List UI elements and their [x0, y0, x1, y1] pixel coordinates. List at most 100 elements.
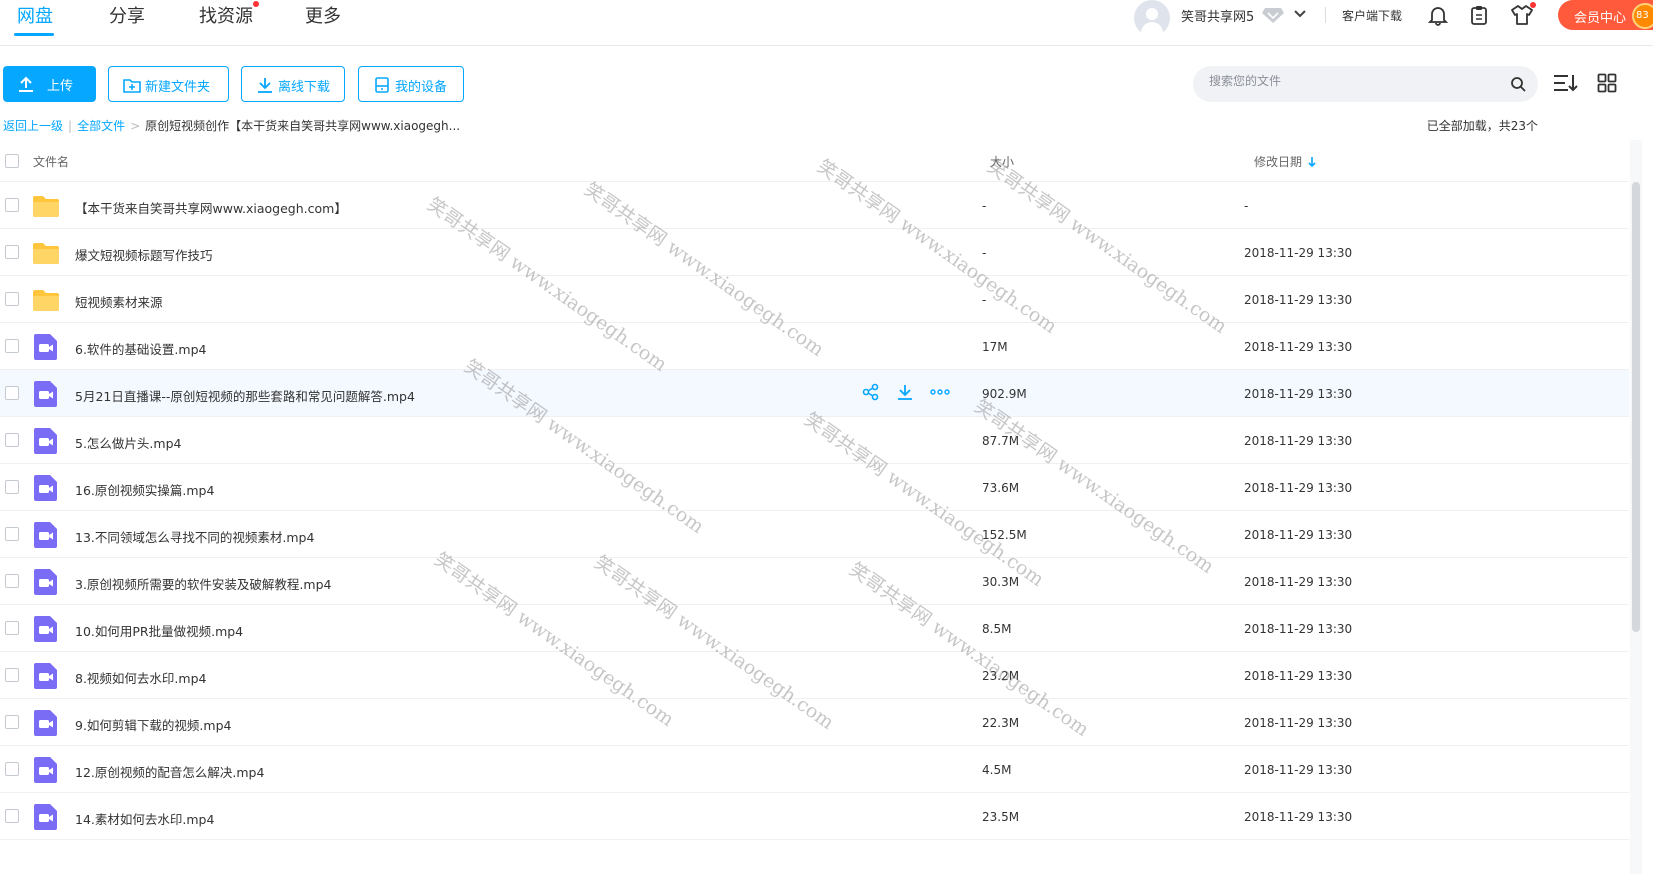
sort-icon[interactable] [1553, 73, 1579, 97]
row-checkbox[interactable] [5, 292, 19, 306]
file-name[interactable]: 【本干货来自笑哥共享网www.xiaogegh.com】 [75, 198, 347, 217]
table-row[interactable]: 短视频素材来源 - 2018-11-29 13:30 [0, 276, 1629, 323]
table-row[interactable]: 爆文短视频标题写作技巧 - 2018-11-29 13:30 [0, 229, 1629, 276]
file-name[interactable]: 爆文短视频标题写作技巧 [75, 245, 213, 264]
download-icon[interactable] [896, 383, 914, 405]
grid-view-icon[interactable] [1597, 73, 1617, 97]
back-link[interactable]: 返回上一级 [3, 119, 63, 133]
current-folder: 原创短视频创作【本干货来自笑哥共享网www.xiaogegh... [145, 119, 461, 133]
search-icon[interactable] [1510, 76, 1526, 96]
video-file-icon [32, 474, 60, 502]
table-row[interactable]: 5.怎么做片头.mp4 87.7M 2018-11-29 13:30 [0, 417, 1629, 464]
chevron-down-icon[interactable] [1293, 7, 1307, 25]
file-name[interactable]: 5.怎么做片头.mp4 [75, 433, 181, 452]
file-date: 2018-11-29 13:30 [1244, 481, 1353, 495]
video-file-icon [32, 803, 60, 831]
search-box [1193, 66, 1538, 102]
video-file-icon [32, 709, 60, 737]
file-name[interactable]: 3.原创视频所需要的软件安装及破解教程.mp4 [75, 574, 331, 593]
row-checkbox[interactable] [5, 198, 19, 212]
file-name[interactable]: 16.原创视频实操篇.mp4 [75, 480, 214, 499]
row-checkbox[interactable] [5, 245, 19, 259]
file-name[interactable]: 8.视频如何去水印.mp4 [75, 668, 206, 687]
row-checkbox[interactable] [5, 339, 19, 353]
username[interactable]: 笑哥共享网5 [1181, 6, 1254, 25]
select-all-checkbox[interactable] [5, 154, 19, 168]
tab-netdisk[interactable]: 网盘 [17, 2, 53, 28]
device-icon [373, 76, 391, 98]
row-checkbox[interactable] [5, 433, 19, 447]
file-name[interactable]: 短视频素材来源 [75, 292, 163, 311]
tab-more[interactable]: 更多 [305, 2, 341, 28]
search-input[interactable] [1209, 74, 1499, 88]
file-size: 22.3M [982, 716, 1020, 730]
table-row[interactable]: 8.视频如何去水印.mp4 23.2M 2018-11-29 13:30 [0, 652, 1629, 699]
table-row[interactable]: 13.不同领域怎么寻找不同的视频素材.mp4 152.5M 2018-11-29 1… [0, 511, 1629, 558]
divider [1325, 7, 1326, 23]
file-name[interactable]: 6.软件的基础设置.mp4 [75, 339, 206, 358]
row-checkbox[interactable] [5, 621, 19, 635]
vip-level-icon [1262, 6, 1284, 28]
all-files-link[interactable]: 全部文件 [77, 119, 125, 133]
column-name[interactable]: 文件名 [33, 153, 69, 170]
file-size: 8.5M [982, 622, 1012, 636]
breadcrumb-separator: | [68, 119, 73, 133]
coin-badge[interactable]: 83 [1632, 3, 1653, 29]
table-row[interactable]: 3.原创视频所需要的软件安装及破解教程.mp4 30.3M 2018-11-29 1… [0, 558, 1629, 605]
row-checkbox[interactable] [5, 809, 19, 823]
video-file-icon [32, 756, 60, 784]
table-row[interactable]: 9.如何剪辑下载的视频.mp4 22.3M 2018-11-29 13:30 [0, 699, 1629, 746]
video-file-icon [32, 380, 60, 408]
bell-icon[interactable] [1427, 4, 1449, 30]
more-icon[interactable] [930, 383, 950, 405]
file-date: 2018-11-29 13:30 [1244, 387, 1353, 401]
breadcrumb: 返回上一级 | 全部文件 > 原创短视频创作【本干货来自笑哥共享网www.xiaogeg… [3, 117, 460, 134]
row-checkbox[interactable] [5, 715, 19, 729]
notification-dot [253, 1, 259, 7]
load-status: 已全部加载，共23个 [1426, 119, 1538, 133]
file-date: 2018-11-29 13:30 [1244, 246, 1353, 260]
my-devices-button[interactable]: 我的设备 [358, 66, 464, 102]
table-row[interactable]: 5月21日直播课--原创短视频的那些套路和常见问题解答.mp4 902.9M 201… [0, 370, 1629, 417]
scrollbar[interactable] [1632, 182, 1640, 632]
column-date[interactable]: 修改日期 [1254, 153, 1318, 170]
tab-share[interactable]: 分享 [109, 2, 145, 28]
avatar[interactable] [1134, 0, 1170, 36]
offline-download-label: 离线下载 [278, 80, 331, 95]
column-size[interactable]: 大小 [990, 153, 1014, 170]
row-checkbox[interactable] [5, 574, 19, 588]
table-row[interactable]: 10.如何用PR批量做视频.mp4 8.5M 2018-11-29 13:30 [0, 605, 1629, 652]
table-row[interactable]: 12.原创视频的配音怎么解决.mp4 4.5M 2018-11-29 13:30 [0, 746, 1629, 793]
row-checkbox[interactable] [5, 762, 19, 776]
table-row[interactable]: 14.素材如何去水印.mp4 23.5M 2018-11-29 13:30 [0, 793, 1629, 840]
video-file-icon [32, 521, 60, 549]
row-checkbox[interactable] [5, 527, 19, 541]
file-name[interactable]: 13.不同领域怎么寻找不同的视频素材.mp4 [75, 527, 314, 546]
table-row[interactable]: 6.软件的基础设置.mp4 17M 2018-11-29 13:30 [0, 323, 1629, 370]
file-name[interactable]: 14.素材如何去水印.mp4 [75, 809, 214, 828]
new-folder-button[interactable]: 新建文件夹 [108, 66, 229, 102]
row-checkbox[interactable] [5, 668, 19, 682]
table-row[interactable]: 【本干货来自笑哥共享网www.xiaogegh.com】 - - [0, 182, 1629, 229]
share-icon[interactable] [862, 383, 880, 405]
clipboard-icon[interactable] [1468, 4, 1490, 30]
file-date: 2018-11-29 13:30 [1244, 293, 1353, 307]
file-name[interactable]: 5月21日直播课--原创短视频的那些套路和常见问题解答.mp4 [75, 386, 415, 405]
file-size: 152.5M [982, 528, 1027, 542]
file-date: 2018-11-29 13:30 [1244, 622, 1353, 636]
tshirt-icon[interactable] [1510, 4, 1534, 30]
file-date: 2018-11-29 13:30 [1244, 716, 1353, 730]
file-size: 30.3M [982, 575, 1020, 589]
file-name[interactable]: 10.如何用PR批量做视频.mp4 [75, 621, 243, 640]
row-checkbox[interactable] [5, 480, 19, 494]
client-download-link[interactable]: 客户端下载 [1342, 7, 1402, 24]
tab-find-resources[interactable]: 找资源 [199, 2, 253, 28]
download-icon [256, 76, 274, 98]
row-checkbox[interactable] [5, 386, 19, 400]
table-row[interactable]: 16.原创视频实操篇.mp4 73.6M 2018-11-29 13:30 [0, 464, 1629, 511]
upload-button[interactable]: 上传 [3, 66, 96, 102]
file-name[interactable]: 9.如何剪辑下载的视频.mp4 [75, 715, 231, 734]
file-name[interactable]: 12.原创视频的配音怎么解决.mp4 [75, 762, 264, 781]
offline-download-button[interactable]: 离线下载 [241, 66, 345, 102]
file-size: 17M [982, 340, 1008, 354]
